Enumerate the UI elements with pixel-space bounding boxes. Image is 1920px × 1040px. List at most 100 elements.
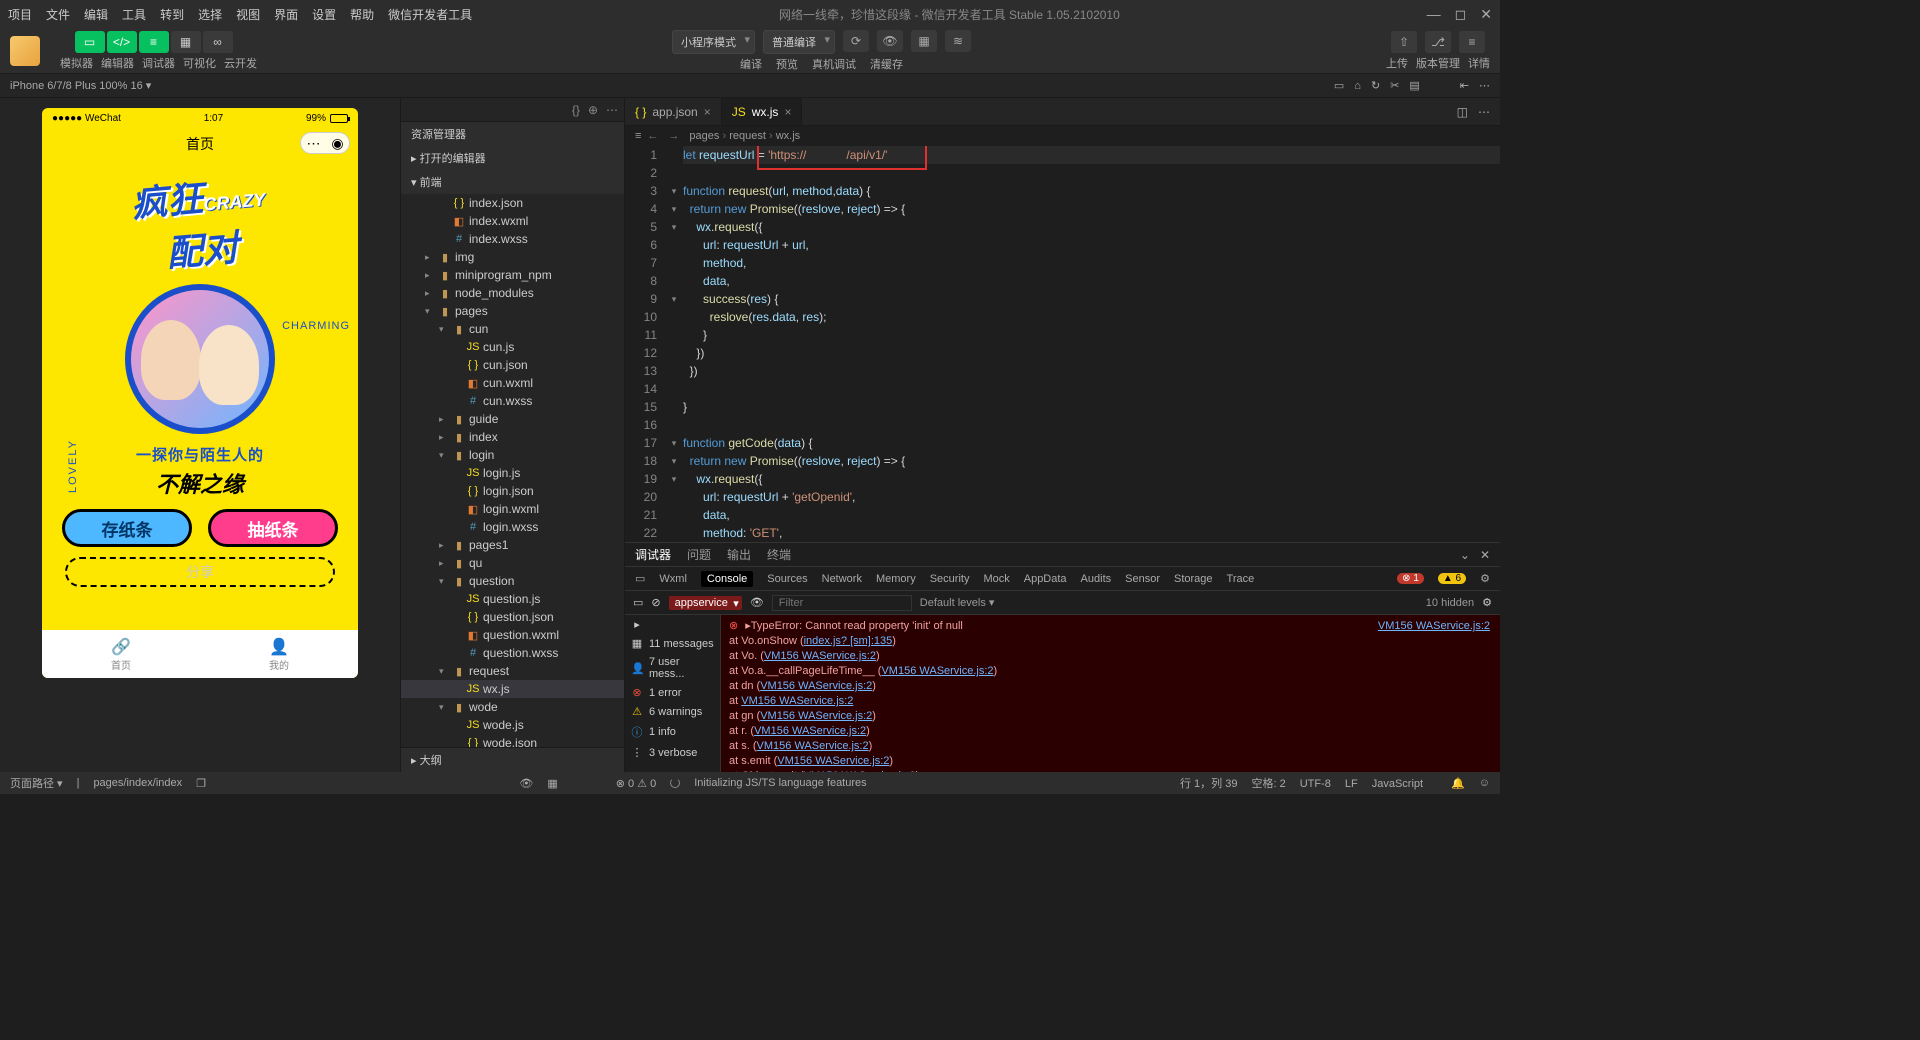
panel-tab[interactable]: 调试器: [635, 546, 671, 563]
stack-link[interactable]: VM156 WAService.js:2: [760, 680, 872, 692]
stack-link[interactable]: VM156 WAService.js:2: [777, 755, 889, 767]
outline-section[interactable]: ▸ 大纲: [401, 747, 624, 772]
editor-toggle[interactable]: </>: [107, 31, 137, 53]
tree-item[interactable]: ▾▮request: [401, 662, 624, 680]
editor-more-icon[interactable]: ⋯: [1478, 105, 1490, 119]
device-refresh-icon[interactable]: ↻: [1371, 79, 1380, 92]
devtools-tab[interactable]: AppData: [1024, 573, 1067, 585]
copy-path-icon[interactable]: ❐: [196, 777, 206, 790]
devtools-tab[interactable]: Sensor: [1125, 573, 1160, 585]
tree-item[interactable]: ◧question.wxml: [401, 626, 624, 644]
hidden-count[interactable]: 10 hidden: [1426, 597, 1474, 609]
panel-tab[interactable]: 终端: [767, 546, 791, 563]
tree-item[interactable]: JSwode.js: [401, 716, 624, 734]
grid-status-icon[interactable]: ▦: [547, 777, 557, 790]
cloud-toggle[interactable]: ∞: [203, 31, 233, 53]
tree-item[interactable]: ▾▮wode: [401, 698, 624, 716]
warn-badge[interactable]: ▲ 6: [1438, 573, 1466, 584]
panel-collapse-icon[interactable]: ⌄: [1460, 548, 1470, 562]
stack-link[interactable]: VM156 WAService.js:2: [757, 740, 869, 752]
devtools-tab[interactable]: Mock: [983, 573, 1009, 585]
tree-item[interactable]: ▾▮question: [401, 572, 624, 590]
levels-dropdown[interactable]: Default levels ▾: [920, 596, 995, 609]
devtools-tab[interactable]: Audits: [1081, 573, 1112, 585]
maximize-button[interactable]: ◻: [1455, 6, 1467, 23]
tree-item[interactable]: ▸▮node_modules: [401, 284, 624, 302]
panel-tab[interactable]: 输出: [727, 546, 751, 563]
filter-input[interactable]: [772, 595, 912, 611]
tree-item[interactable]: ▸▮pages1: [401, 536, 624, 554]
tree-item[interactable]: #cun.wxss: [401, 392, 624, 410]
tree-item[interactable]: JSlogin.js: [401, 464, 624, 482]
root-folder[interactable]: ▾ 前端: [401, 170, 624, 194]
device-selector[interactable]: iPhone 6/7/8 Plus 100% 16 ▾: [10, 79, 151, 92]
preview-button[interactable]: 👁: [877, 30, 903, 52]
close-button[interactable]: ✕: [1480, 6, 1492, 23]
eye-icon[interactable]: 👁: [750, 596, 764, 609]
share-button[interactable]: 分享: [65, 557, 335, 587]
tree-item[interactable]: { }login.json: [401, 482, 624, 500]
debugger-toggle[interactable]: ≡: [139, 31, 169, 53]
split-editor-icon[interactable]: ◫: [1457, 105, 1468, 119]
details-button[interactable]: ≡: [1459, 31, 1485, 53]
eye-status-icon[interactable]: 👁: [519, 777, 533, 790]
device-more-icon[interactable]: ▤: [1409, 79, 1419, 92]
breadcrumb-item[interactable]: request: [729, 130, 766, 142]
status-item[interactable]: LF: [1345, 778, 1358, 790]
console-filter-row[interactable]: ⋮3 verbose: [625, 743, 720, 762]
upload-button[interactable]: ⇧: [1391, 31, 1417, 53]
open-editors-section[interactable]: ▸ 打开的编辑器: [401, 146, 624, 170]
explorer-search-icon[interactable]: {}: [572, 103, 580, 117]
menu-微信开发者工具[interactable]: 微信开发者工具: [388, 6, 472, 23]
tree-item[interactable]: ▾▮cun: [401, 320, 624, 338]
explorer-plus-icon[interactable]: ⊕: [588, 103, 598, 117]
console-filter-row[interactable]: ▦11 messages: [625, 634, 720, 653]
devtools-tab[interactable]: Wxml: [659, 573, 687, 585]
devtools-tab[interactable]: Trace: [1227, 573, 1255, 585]
tree-item[interactable]: ◧login.wxml: [401, 500, 624, 518]
menu-项目[interactable]: 项目: [8, 6, 32, 23]
tree-item[interactable]: ▸▮qu: [401, 554, 624, 572]
close-tab-icon[interactable]: ×: [704, 105, 711, 119]
device-cut-icon[interactable]: ✂: [1390, 79, 1399, 92]
panel-tab[interactable]: 问题: [687, 546, 711, 563]
tree-item[interactable]: ▾▮login: [401, 446, 624, 464]
nav-fwd-icon[interactable]: →: [668, 130, 679, 142]
tree-item[interactable]: JSwx.js: [401, 680, 624, 698]
tree-item[interactable]: { }wode.json: [401, 734, 624, 747]
menu-文件[interactable]: 文件: [46, 6, 70, 23]
devtools-tab[interactable]: Network: [822, 573, 862, 585]
tree-item[interactable]: { }question.json: [401, 608, 624, 626]
error-badge[interactable]: ⊗ 1: [1397, 573, 1424, 584]
phone-tab[interactable]: 🔗首页: [42, 630, 200, 678]
tree-item[interactable]: ▸▮guide: [401, 410, 624, 428]
breadcrumb-item[interactable]: wx.js: [776, 130, 800, 142]
simulator-toggle[interactable]: ▭: [75, 31, 105, 53]
tree-item[interactable]: #index.wxss: [401, 230, 624, 248]
menu-设置[interactable]: 设置: [312, 6, 336, 23]
devtools-tab[interactable]: Security: [930, 573, 970, 585]
menu-帮助[interactable]: 帮助: [350, 6, 374, 23]
stack-link[interactable]: VM156 WAService.js:2: [754, 725, 866, 737]
console-filter-row[interactable]: ⓘ1 info: [625, 721, 720, 743]
phone-tab[interactable]: 👤我的: [200, 630, 358, 678]
explorer-collapse-icon[interactable]: ⇤: [1460, 79, 1469, 92]
settings-icon[interactable]: ⚙: [1482, 596, 1492, 609]
project-avatar[interactable]: [10, 36, 40, 66]
context-dropdown[interactable]: appservice: [669, 596, 742, 610]
visualize-toggle[interactable]: ▦: [171, 31, 201, 53]
devtools-tab[interactable]: Storage: [1174, 573, 1213, 585]
tree-item[interactable]: ◧cun.wxml: [401, 374, 624, 392]
tree-item[interactable]: #login.wxss: [401, 518, 624, 536]
tree-item[interactable]: { }cun.json: [401, 356, 624, 374]
inspect-icon[interactable]: ▭: [635, 572, 645, 585]
menu-选择[interactable]: 选择: [198, 6, 222, 23]
devtools-settings-icon[interactable]: ⚙: [1480, 572, 1490, 585]
compile-button[interactable]: ⟳: [843, 30, 869, 52]
minimize-button[interactable]: —: [1427, 6, 1441, 23]
stack-link[interactable]: VM156 WAService.js:2: [881, 665, 993, 677]
problems-status[interactable]: ⊗ 0 ⚠ 0: [616, 777, 656, 790]
tree-item[interactable]: ▸▮img: [401, 248, 624, 266]
close-tab-icon[interactable]: ×: [784, 105, 791, 119]
devtools-tab[interactable]: Console: [701, 571, 753, 587]
